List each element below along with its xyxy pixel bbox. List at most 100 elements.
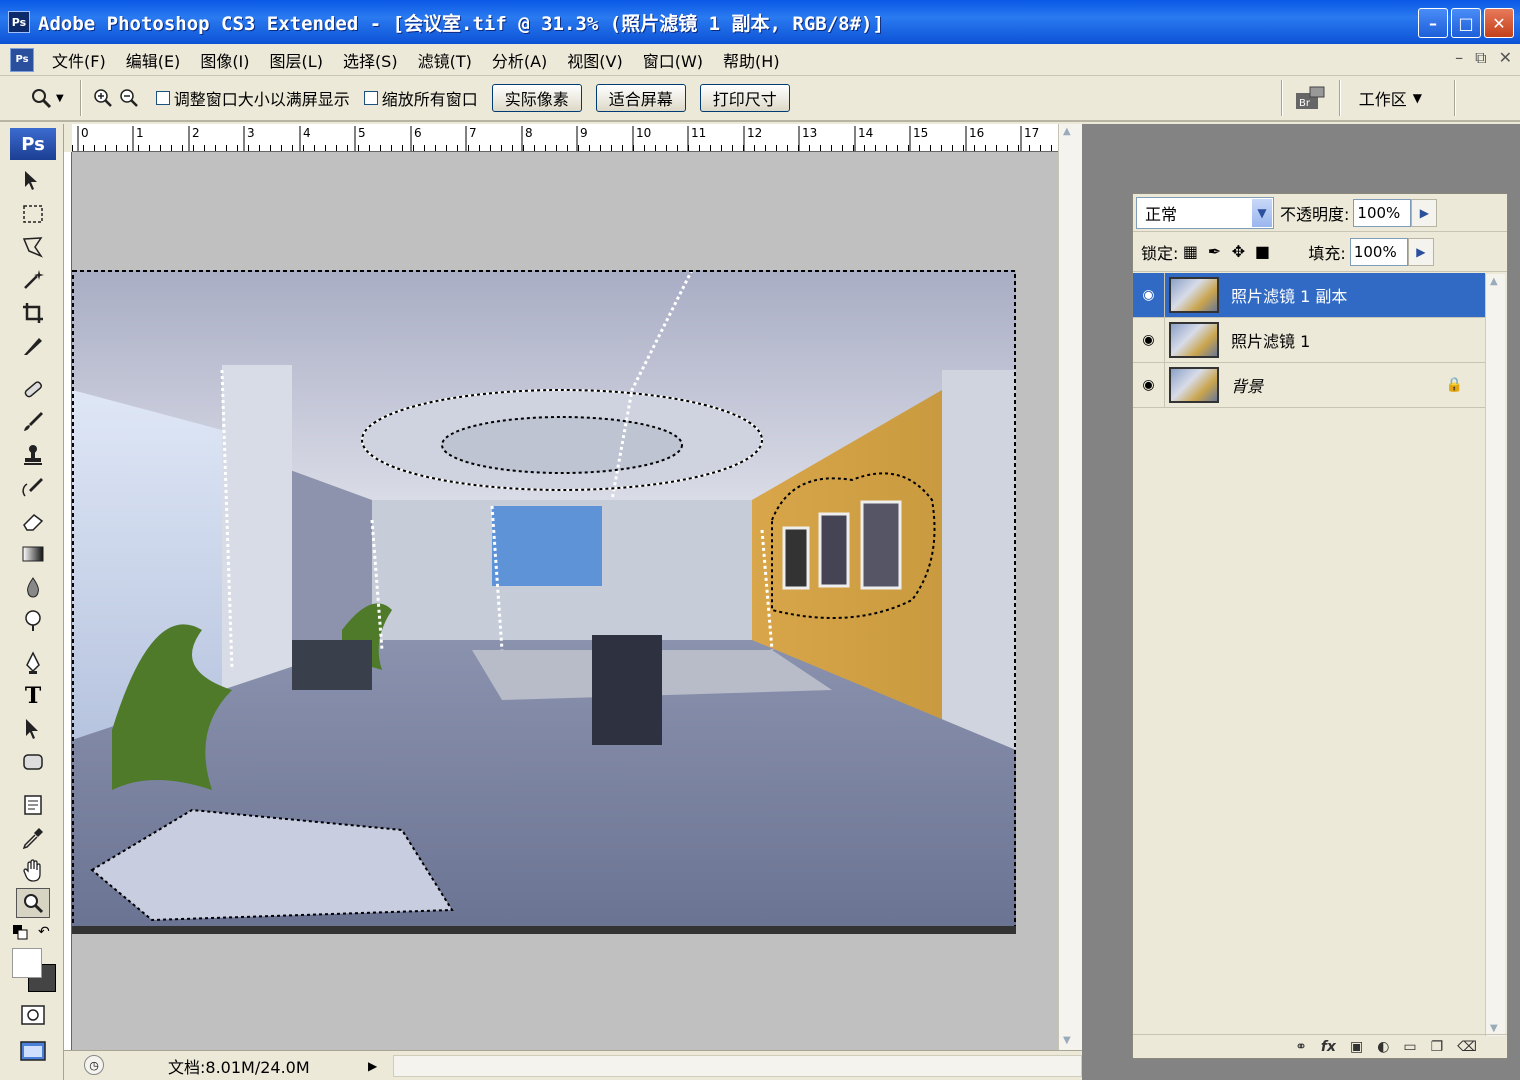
scroll-down-icon[interactable]: ▼ <box>1063 1035 1071 1046</box>
default-colors-icon[interactable] <box>12 924 28 940</box>
zoom-icon[interactable] <box>16 888 50 918</box>
menu-file[interactable]: 文件(F) <box>42 48 116 72</box>
resize-windows-checkbox[interactable]: 调整窗口大小以满屏显示 <box>155 86 350 110</box>
minimize-icon[interactable]: – <box>1418 8 1448 38</box>
canvas-area[interactable] <box>72 152 1058 1050</box>
doc-restore-icon[interactable]: ⧉ <box>1475 48 1486 68</box>
eraser-icon[interactable] <box>16 506 50 536</box>
actual-pixels-button[interactable]: 实际像素 <box>491 84 582 112</box>
lock-transparent-icon[interactable]: ▦ <box>1178 242 1202 261</box>
link-icon[interactable]: ⚭ <box>1295 1039 1307 1055</box>
opacity-slider-icon[interactable]: ▶ <box>1411 198 1438 227</box>
trash-icon[interactable]: ⌫ <box>1457 1039 1477 1055</box>
path-selection-icon[interactable] <box>16 714 50 744</box>
layers-scrollbar[interactable]: ▲ ▼ <box>1485 274 1505 1036</box>
close-icon[interactable]: ✕ <box>1484 8 1514 38</box>
shape-icon[interactable] <box>16 747 50 777</box>
doc-close-icon[interactable]: ✕ <box>1499 48 1512 68</box>
title-bar: Ps Adobe Photoshop CS3 Extended - [会议室.t… <box>0 0 1520 44</box>
layer-row[interactable]: ◉ 照片滤镜 1 副本 <box>1133 272 1485 318</box>
menu-layer[interactable]: 图层(L) <box>260 48 333 72</box>
vertical-scrollbar[interactable]: ▲ ▼ <box>1058 124 1082 1050</box>
print-size-button[interactable]: 打印尺寸 <box>699 84 790 112</box>
fill-input[interactable]: 100% <box>1349 237 1408 266</box>
status-menu-icon[interactable]: ◷ <box>84 1055 104 1075</box>
layer-row[interactable]: ◉ 照片滤镜 1 <box>1133 317 1485 363</box>
crop-icon[interactable] <box>16 298 50 328</box>
healing-brush-icon[interactable] <box>16 374 50 404</box>
zoom-tool-preset-icon[interactable] <box>28 85 54 111</box>
ruler-corner[interactable] <box>64 124 72 152</box>
horizontal-scrollbar[interactable] <box>393 1054 1082 1077</box>
visibility-eye-icon[interactable]: ◉ <box>1133 362 1165 408</box>
checkbox-box[interactable] <box>363 91 378 105</box>
maximize-icon[interactable]: □ <box>1451 8 1481 38</box>
menu-select[interactable]: 选择(S) <box>333 48 408 72</box>
status-arrow-icon[interactable]: ▶ <box>368 1059 377 1073</box>
lock-position-icon[interactable]: ✥ <box>1226 242 1250 261</box>
layer-row[interactable]: ◉ 背景 🔒 <box>1133 362 1485 408</box>
layer-thumbnail <box>1169 277 1219 313</box>
lasso-icon[interactable] <box>16 232 50 262</box>
menu-edit[interactable]: 编辑(E) <box>116 48 191 72</box>
horizontal-ruler[interactable]: 0 1 2 3 4 5 6 7 8 9 10 11 12 13 14 15 16… <box>72 124 1058 152</box>
fx-icon[interactable]: fx <box>1321 1039 1336 1055</box>
scroll-down-icon[interactable]: ▼ <box>1490 1023 1498 1034</box>
type-icon[interactable]: T <box>16 681 50 711</box>
history-brush-icon[interactable] <box>16 473 50 503</box>
toolbox: Ps T ↶ <box>0 124 64 1080</box>
bridge-icon[interactable]: Br <box>1291 85 1331 111</box>
brush-icon[interactable] <box>16 407 50 437</box>
ruler-tick-label: 5 <box>358 126 366 140</box>
vertical-ruler[interactable] <box>64 152 72 1050</box>
slice-icon[interactable] <box>16 331 50 361</box>
zoom-in-icon[interactable] <box>90 85 116 111</box>
marquee-icon[interactable] <box>16 199 50 229</box>
new-layer-icon[interactable]: ❐ <box>1431 1039 1444 1055</box>
preset-dropdown-icon[interactable]: ▼ <box>56 93 64 104</box>
doc-minimize-icon[interactable]: – <box>1455 48 1463 68</box>
menu-analysis[interactable]: 分析(A) <box>482 48 557 72</box>
menu-view[interactable]: 视图(V) <box>557 48 632 72</box>
checkbox-box[interactable] <box>155 91 170 105</box>
menu-help[interactable]: 帮助(H) <box>713 48 790 72</box>
screen-mode-icon[interactable] <box>16 1036 50 1066</box>
gradient-icon[interactable] <box>16 539 50 569</box>
opacity-input[interactable]: 100% <box>1353 198 1412 227</box>
eyedropper-icon[interactable] <box>16 823 50 853</box>
menu-window[interactable]: 窗口(W) <box>633 48 713 72</box>
document-image[interactable] <box>72 270 1016 934</box>
adjustment-icon[interactable]: ◐ <box>1377 1039 1389 1055</box>
mask-icon[interactable]: ▣ <box>1350 1039 1363 1055</box>
visibility-eye-icon[interactable]: ◉ <box>1133 272 1165 318</box>
magic-wand-icon[interactable] <box>16 265 50 295</box>
swap-colors-icon[interactable]: ↶ <box>38 924 50 940</box>
lock-all-icon[interactable]: ■ <box>1250 242 1274 261</box>
pen-icon[interactable] <box>16 648 50 678</box>
menu-image[interactable]: 图像(I) <box>190 48 259 72</box>
visibility-eye-icon[interactable]: ◉ <box>1133 317 1165 363</box>
lock-image-icon[interactable]: ✒ <box>1202 242 1226 261</box>
move-icon[interactable] <box>16 166 50 196</box>
document-icon[interactable]: Ps <box>10 47 34 72</box>
workspace-label[interactable]: 工作区 <box>1359 86 1407 110</box>
dodge-icon[interactable] <box>16 605 50 635</box>
chevron-down-icon[interactable]: ▼ <box>1252 198 1272 227</box>
hand-icon[interactable] <box>16 856 50 886</box>
zoom-out-icon[interactable] <box>116 85 142 111</box>
menu-filter[interactable]: 滤镜(T) <box>408 48 482 72</box>
blend-mode-select[interactable]: 正常 ▼ <box>1136 196 1274 229</box>
notes-icon[interactable] <box>16 790 50 820</box>
scroll-up-icon[interactable]: ▲ <box>1490 276 1498 287</box>
blur-icon[interactable] <box>16 572 50 602</box>
workspace-dropdown-icon[interactable]: ▼ <box>1413 91 1422 105</box>
quick-mask-icon[interactable] <box>16 1000 50 1030</box>
scroll-up-icon[interactable]: ▲ <box>1063 126 1071 137</box>
folder-icon[interactable]: ▭ <box>1403 1039 1416 1055</box>
fit-screen-button[interactable]: 适合屏幕 <box>595 84 686 112</box>
zoom-all-windows-checkbox[interactable]: 缩放所有窗口 <box>363 86 478 110</box>
fill-slider-icon[interactable]: ▶ <box>1407 237 1434 266</box>
clone-stamp-icon[interactable] <box>16 440 50 470</box>
background-color-swatch[interactable] <box>12 948 42 978</box>
photoshop-app-icon[interactable]: Ps <box>8 11 30 33</box>
